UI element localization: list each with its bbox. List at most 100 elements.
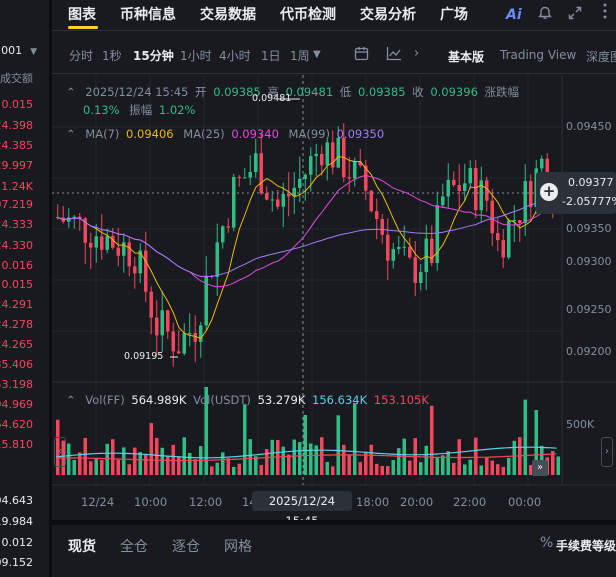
book-value: 94.969 (0, 398, 33, 411)
volume-bar (375, 463, 379, 475)
calendar-icon[interactable] (354, 46, 369, 65)
chevron-down-icon[interactable]: ▼ (313, 49, 321, 60)
collapse-icon[interactable]: ⌃ (66, 127, 76, 141)
interval-1s[interactable]: 1秒 (102, 47, 122, 64)
ohlc-close-label: 收 (412, 85, 424, 99)
candle-body (199, 325, 203, 342)
ohlc-low: 0.09385 (357, 85, 406, 99)
x-axis-tick: 10:00 (134, 495, 168, 509)
candle-body (122, 242, 126, 256)
interval-1w[interactable]: 1周 (290, 47, 310, 64)
tab-chart[interactable]: 图表 (68, 4, 96, 24)
candle-body (193, 332, 197, 342)
tab-isolated[interactable]: 逐仓 (172, 536, 200, 556)
book-value: 24.398 (0, 119, 33, 132)
expand-icon[interactable] (568, 6, 582, 24)
candle-body (463, 183, 467, 191)
volume-bar (72, 459, 76, 475)
volume-bar (446, 451, 450, 475)
add-order-button[interactable]: + (540, 183, 558, 201)
candle-body (265, 193, 269, 200)
more-icon[interactable] (598, 2, 612, 24)
volume-bar (188, 452, 192, 475)
x-axis-tick: 12/24 (81, 495, 115, 509)
candle-body (133, 266, 137, 274)
volume-bar (67, 443, 71, 475)
interval-15m[interactable]: 15分钟 (133, 47, 174, 64)
vol-ma1-value: 156.634K (312, 393, 368, 407)
candle-body (67, 217, 71, 222)
jump-latest-button[interactable]: » (532, 460, 548, 476)
volume-bar (221, 452, 225, 475)
tab-grid[interactable]: 网格 (224, 536, 252, 556)
candle-body (490, 200, 494, 234)
ohlc-open-label: 开 (195, 85, 207, 99)
volume-bar (254, 456, 258, 475)
tab-trade-data[interactable]: 交易数据 (200, 4, 256, 24)
candle-body (501, 240, 505, 258)
book-value: 24.291 (0, 298, 33, 311)
tab-spot[interactable]: 现货 (68, 536, 96, 556)
scroll-left-button[interactable]: ‹ (54, 437, 66, 467)
candle-body (94, 236, 98, 248)
volume-bar (215, 462, 219, 475)
interval-1d[interactable]: 1日 (261, 47, 281, 64)
interval-1h[interactable]: 1小时 (180, 47, 212, 64)
kline-chart[interactable]: ⌃ 2025/12/24 15:45 开 0.09385 高 0.09481 低… (52, 75, 616, 520)
view-depth[interactable]: 深度图 (586, 48, 616, 65)
chevron-right-icon[interactable]: › (414, 46, 419, 61)
ohlc-change-label: 涨跌幅 (484, 85, 520, 99)
volume-bar (100, 460, 104, 475)
x-axis-tick: 18:00 (356, 495, 390, 509)
tab-cross[interactable]: 全仓 (120, 536, 148, 556)
tab-coin-info[interactable]: 币种信息 (120, 4, 176, 24)
candle-body (248, 171, 252, 178)
volume-bar (391, 460, 395, 475)
volume-bar (474, 437, 478, 475)
candle-body (188, 332, 192, 334)
volume-bar (292, 439, 296, 475)
collapse-icon[interactable]: ⌃ (66, 393, 76, 407)
fee-level-link[interactable]: 手续费等级 (556, 537, 616, 554)
volume-bar (298, 442, 302, 475)
book-value: 0.012 (1, 536, 34, 549)
volume-bar (369, 444, 373, 475)
tab-token-check[interactable]: 代币检测 (280, 4, 336, 24)
candle-body (259, 153, 263, 194)
tab-square[interactable]: 广场 (440, 4, 468, 24)
candle-body (441, 196, 445, 206)
candle-body (182, 333, 186, 354)
candle-body (380, 218, 384, 235)
view-basic[interactable]: 基本版 (448, 48, 484, 65)
volume-bar (331, 466, 335, 475)
main-panel: 图表 币种信息 交易数据 代币检测 交易分析 广场 Ai 分时 1秒 15分钟 … (52, 0, 616, 577)
book-value: 35.406 (0, 358, 33, 371)
bell-icon[interactable] (538, 6, 552, 25)
precision-select[interactable]: 001 ▼ (1, 44, 37, 57)
volume-bar (336, 415, 340, 475)
tab-trade-analysis[interactable]: 交易分析 (360, 4, 416, 24)
ai-icon[interactable]: Ai (506, 7, 522, 23)
percent-icon[interactable]: % (540, 535, 553, 551)
volume-bar (358, 462, 362, 475)
interval-timeline[interactable]: 分时 (69, 47, 93, 64)
view-tradingview[interactable]: Trading View (500, 48, 576, 62)
volume-bar (523, 399, 527, 475)
volume-bar (193, 459, 197, 475)
interval-4h[interactable]: 4小时 (219, 47, 251, 64)
turnover-header: 成交额 (0, 72, 33, 85)
volume-bar (320, 437, 324, 475)
indicator-icon[interactable] (386, 46, 402, 65)
candle-body (100, 236, 104, 250)
top-tabs: 图表 币种信息 交易数据 代币检测 交易分析 广场 Ai (52, 0, 616, 30)
book-value: 24.265 (0, 338, 33, 351)
volume-bar (452, 462, 456, 475)
high-marker: 0.09481 (252, 93, 292, 104)
book-value: 53.198 (0, 378, 33, 391)
scroll-right-button[interactable]: › (601, 437, 613, 467)
kline-svg[interactable] (52, 75, 616, 520)
collapse-icon[interactable]: ⌃ (66, 85, 76, 99)
candle-body (419, 272, 423, 283)
volume-bar (127, 464, 131, 475)
volume-bar (468, 459, 472, 475)
